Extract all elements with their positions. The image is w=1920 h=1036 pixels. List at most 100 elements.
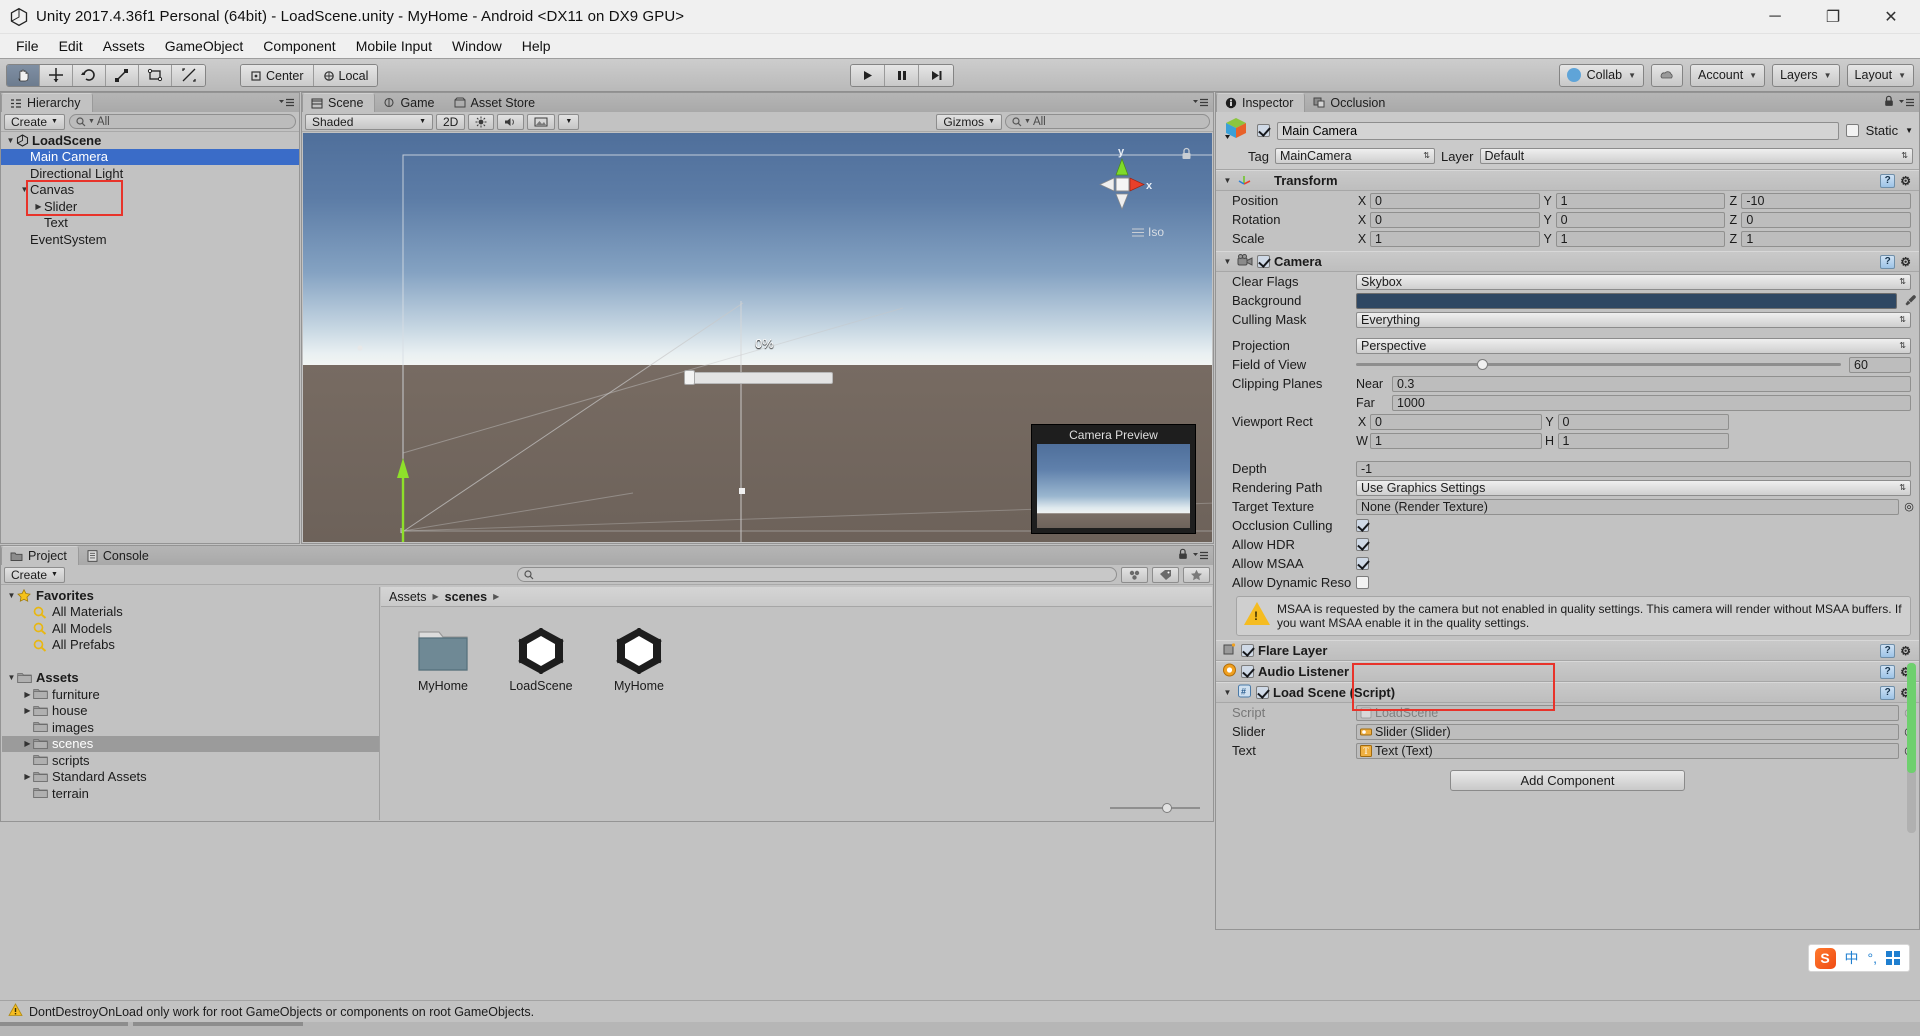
- step-button[interactable]: [919, 65, 953, 86]
- ime-language-toggle[interactable]: 中: [1845, 948, 1859, 968]
- hierarchy-item[interactable]: Directional Light: [1, 165, 299, 182]
- project-tree-item[interactable]: scripts: [2, 752, 379, 769]
- inspector-scrollbar[interactable]: [1907, 663, 1916, 833]
- collapse-arrow-icon[interactable]: ▼: [1222, 176, 1233, 185]
- rendering-path-dropdown[interactable]: Use Graphics Settings ⇅: [1356, 480, 1911, 496]
- ime-toolbar[interactable]: S 中 °,: [1808, 944, 1911, 972]
- transform-y-value[interactable]: 1: [1556, 193, 1726, 209]
- hierarchy-search-input[interactable]: ▼ All: [69, 114, 296, 129]
- far-value[interactable]: 1000: [1392, 395, 1911, 411]
- hierarchy-item[interactable]: Text: [1, 215, 299, 232]
- close-button[interactable]: ✕: [1862, 0, 1920, 34]
- asset-zoom-handle[interactable]: [1162, 803, 1172, 813]
- hand-tool-button[interactable]: [7, 65, 40, 86]
- menu-help[interactable]: Help: [512, 36, 561, 56]
- menu-component[interactable]: Component: [253, 36, 345, 56]
- viewport-w-value[interactable]: 1: [1370, 433, 1542, 449]
- lock-icon[interactable]: [1884, 95, 1894, 110]
- filter-by-type-button[interactable]: [1121, 567, 1148, 583]
- inspector-scroll-thumb[interactable]: [1907, 663, 1916, 773]
- expand-arrow-icon[interactable]: ▶: [22, 690, 33, 699]
- panel-menu-icon[interactable]: [1192, 548, 1209, 563]
- favorite-button[interactable]: [1183, 567, 1210, 583]
- tab-hierarchy[interactable]: Hierarchy: [1, 93, 93, 112]
- lock-icon[interactable]: [1178, 548, 1188, 563]
- hierarchy-item[interactable]: ▶Slider: [1, 198, 299, 215]
- project-tree-item[interactable]: ▶furniture: [2, 686, 379, 703]
- expand-arrow-icon[interactable]: ▶: [33, 202, 44, 211]
- menu-window[interactable]: Window: [442, 36, 512, 56]
- gear-icon[interactable]: ⚙: [1900, 644, 1911, 658]
- rotate-tool-button[interactable]: [73, 65, 106, 86]
- scene-audio-toggle[interactable]: [497, 114, 524, 130]
- help-icon[interactable]: ?: [1880, 686, 1895, 700]
- asset-item[interactable]: MyHome: [405, 621, 481, 693]
- scale-tool-button[interactable]: [106, 65, 139, 86]
- expand-arrow-icon[interactable]: ▼: [6, 591, 17, 600]
- help-icon[interactable]: ?: [1880, 644, 1895, 658]
- clear-flags-dropdown[interactable]: Skybox ⇅: [1356, 274, 1911, 290]
- background-color-swatch[interactable]: [1356, 293, 1897, 309]
- collab-button[interactable]: Collab ▼: [1559, 64, 1644, 87]
- load-scene-script-header[interactable]: ▼ # Load Scene (Script) ? ⚙: [1216, 682, 1919, 703]
- hierarchy-item[interactable]: Main Camera: [1, 149, 299, 166]
- project-tree-item[interactable]: All Materials: [2, 604, 379, 621]
- project-tree-item[interactable]: ▶Standard Assets: [2, 769, 379, 786]
- load-scene-enabled-checkbox[interactable]: [1256, 686, 1269, 699]
- project-tree-item[interactable]: ▶house: [2, 703, 379, 720]
- scene-search-input[interactable]: ▼ All: [1005, 114, 1210, 129]
- hierarchy-item[interactable]: ▼LoadScene: [1, 132, 299, 149]
- scene-lighting-toggle[interactable]: [468, 114, 494, 130]
- fov-slider[interactable]: [1356, 357, 1841, 373]
- occlusion-culling-checkbox[interactable]: [1356, 519, 1369, 532]
- transform-x-value[interactable]: 0: [1370, 193, 1540, 209]
- tab-inspector[interactable]: Inspector: [1216, 93, 1305, 112]
- near-value[interactable]: 0.3: [1392, 376, 1911, 392]
- viewport-x-value[interactable]: 0: [1370, 414, 1542, 430]
- scene-visibility-dropdown[interactable]: ▼: [558, 114, 579, 130]
- maximize-button[interactable]: ❐: [1804, 0, 1862, 34]
- hierarchy-create-button[interactable]: Create ▼: [4, 114, 65, 130]
- shading-mode-dropdown[interactable]: Shaded ▼: [305, 114, 433, 130]
- transform-z-value[interactable]: -10: [1741, 193, 1911, 209]
- static-checkbox[interactable]: [1846, 124, 1859, 137]
- minimize-button[interactable]: ─: [1746, 0, 1804, 34]
- camera-enabled-checkbox[interactable]: [1257, 255, 1270, 268]
- gizmos-dropdown[interactable]: Gizmos ▼: [936, 114, 1002, 130]
- menu-edit[interactable]: Edit: [49, 36, 93, 56]
- flare-layer-checkbox[interactable]: [1241, 644, 1254, 657]
- layout-button[interactable]: Layout ▼: [1847, 64, 1914, 87]
- hierarchy-item[interactable]: EventSystem: [1, 231, 299, 248]
- rect-tool-button[interactable]: [139, 65, 172, 86]
- transform-x-value[interactable]: 0: [1370, 212, 1540, 228]
- status-bar[interactable]: DontDestroyOnLoad only work for root Gam…: [0, 1000, 1920, 1022]
- audio-listener-checkbox[interactable]: [1241, 665, 1254, 678]
- expand-arrow-icon[interactable]: ▼: [19, 185, 30, 194]
- project-tree-item[interactable]: ▼Favorites: [2, 587, 379, 604]
- scene-lock-icon[interactable]: [1181, 147, 1192, 163]
- menu-gameobject[interactable]: GameObject: [155, 36, 254, 56]
- menu-mobile-input[interactable]: Mobile Input: [346, 36, 442, 56]
- add-component-button[interactable]: Add Component: [1450, 770, 1685, 791]
- culling-mask-dropdown[interactable]: Everything ⇅: [1356, 312, 1911, 328]
- expand-arrow-icon[interactable]: ▶: [22, 706, 33, 715]
- project-tree-item[interactable]: terrain: [2, 785, 379, 802]
- scene-fx-dropdown[interactable]: [527, 114, 555, 130]
- project-tree-item[interactable]: All Prefabs: [2, 637, 379, 654]
- tab-project[interactable]: Project: [1, 546, 79, 565]
- project-tree-item[interactable]: ▼Assets: [2, 670, 379, 687]
- eyedropper-icon[interactable]: [1901, 294, 1919, 307]
- menu-file[interactable]: File: [6, 36, 49, 56]
- sogou-logo-icon[interactable]: S: [1815, 948, 1836, 969]
- pause-button[interactable]: [885, 65, 919, 86]
- camera-component-header[interactable]: ▼ Camera ? ⚙: [1216, 251, 1919, 272]
- asset-zoom-slider[interactable]: [1110, 802, 1200, 814]
- tab-scene[interactable]: Scene: [302, 93, 375, 112]
- layers-button[interactable]: Layers ▼: [1772, 64, 1839, 87]
- transform-y-value[interactable]: 1: [1556, 231, 1726, 247]
- allow-hdr-checkbox[interactable]: [1356, 538, 1369, 551]
- panel-menu-icon[interactable]: [1898, 95, 1915, 110]
- tab-asset-store[interactable]: Asset Store: [446, 93, 547, 112]
- collapse-arrow-icon[interactable]: ▼: [1222, 257, 1233, 266]
- transform-x-value[interactable]: 1: [1370, 231, 1540, 247]
